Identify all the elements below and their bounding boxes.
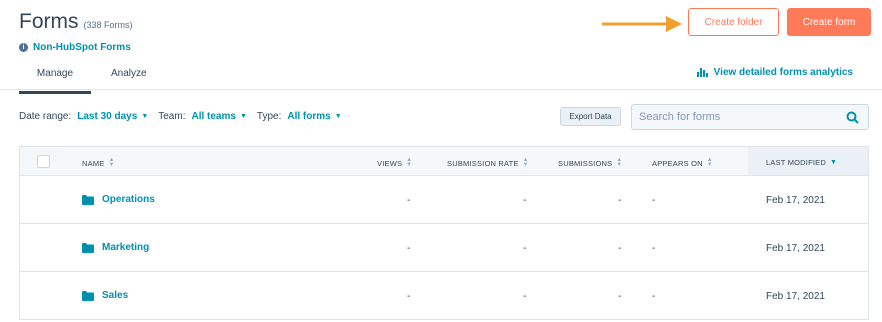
rate-value: - (523, 291, 527, 302)
search-icon[interactable] (846, 111, 859, 124)
tab-bar: Manage Analyze (19, 68, 147, 94)
sort-descending-icon: ▼ (829, 159, 838, 166)
create-folder-button[interactable]: Create folder (688, 8, 779, 36)
appears-value: - (652, 195, 656, 206)
view-analytics-link[interactable]: View detailed forms analytics (696, 67, 853, 78)
create-form-button[interactable]: Create form (787, 8, 871, 36)
sort-icon: ▲ ▼ (522, 157, 529, 168)
table-row[interactable]: Marketing - - - - Feb 17, 2021 (19, 224, 869, 272)
table-row[interactable]: Sales - - - - Feb 17, 2021 (19, 272, 869, 320)
tab-analyze[interactable]: Analyze (111, 68, 147, 94)
sort-icon: ▲ ▼ (706, 157, 713, 168)
appears-value: - (652, 243, 656, 254)
folder-icon (82, 290, 94, 301)
column-name[interactable]: NAME ▲ ▼ (82, 157, 115, 168)
rate-value: - (523, 243, 527, 254)
arrow-right-icon (602, 16, 682, 32)
folder-icon (82, 242, 94, 253)
sort-icon: ▲ ▼ (616, 157, 623, 168)
appears-value: - (652, 291, 656, 302)
submissions-value: - (618, 243, 622, 254)
last-modified-value: Feb 17, 2021 (766, 291, 825, 302)
table-row[interactable]: Operations - - - - Feb 17, 2021 (19, 176, 869, 224)
info-icon: i (19, 43, 28, 52)
rate-value: - (523, 195, 527, 206)
folder-link[interactable]: Sales (82, 290, 128, 301)
select-all-checkbox[interactable] (37, 155, 50, 168)
date-range-label: Date range: (19, 111, 72, 122)
views-value: - (407, 243, 411, 254)
column-appears-on[interactable]: APPEARS ON ▲ ▼ (652, 157, 713, 168)
table-header: NAME ▲ ▼ VIEWS ▲ ▼ SUBMISSION RATE ▲ ▼ SUBMISS… (19, 146, 869, 176)
folder-icon (82, 194, 94, 205)
submissions-value: - (618, 195, 622, 206)
folder-link[interactable]: Operations (82, 194, 155, 205)
search-input[interactable]: Search for forms (631, 104, 869, 130)
views-value: - (407, 291, 411, 302)
filter-bar: Date range: Last 30 days ▼ Team: All tea… (19, 111, 352, 122)
bar-chart-icon (696, 68, 708, 77)
date-range-dropdown[interactable]: Last 30 days (77, 111, 137, 122)
page-title: Forms (19, 10, 79, 33)
type-label: Type: (256, 111, 282, 122)
submissions-value: - (618, 291, 622, 302)
tabs-divider (0, 89, 882, 90)
views-value: - (407, 195, 411, 206)
last-modified-value: Feb 17, 2021 (766, 195, 825, 206)
folder-link[interactable]: Marketing (82, 242, 149, 253)
team-dropdown[interactable]: All teams (191, 111, 235, 122)
page-header: Forms (338 Forms) (19, 10, 133, 34)
forms-table: NAME ▲ ▼ VIEWS ▲ ▼ SUBMISSION RATE ▲ ▼ SUBMISS… (19, 146, 869, 320)
column-submissions[interactable]: SUBMISSIONS ▲ ▼ (558, 157, 623, 168)
non-hubspot-forms-link[interactable]: i Non-HubSpot Forms (19, 42, 131, 53)
chevron-down-icon: ▼ (239, 113, 247, 120)
sort-icon: ▲ ▼ (406, 157, 413, 168)
search-placeholder: Search for forms (639, 111, 721, 123)
last-modified-value: Feb 17, 2021 (766, 243, 825, 254)
type-dropdown[interactable]: All forms (287, 111, 330, 122)
chevron-down-icon: ▼ (334, 113, 342, 120)
sort-icon: ▲ ▼ (108, 157, 115, 168)
forms-count: (338 Forms) (83, 20, 133, 30)
column-submission-rate[interactable]: SUBMISSION RATE ▲ ▼ (447, 157, 529, 168)
non-hubspot-forms-label: Non-HubSpot Forms (33, 42, 131, 53)
team-label: Team: (158, 111, 186, 122)
chevron-down-icon: ▼ (141, 113, 149, 120)
export-data-button[interactable]: Export Data (560, 107, 621, 126)
view-analytics-label: View detailed forms analytics (713, 67, 853, 78)
tab-manage[interactable]: Manage (19, 68, 91, 94)
column-views[interactable]: VIEWS ▲ ▼ (377, 157, 413, 168)
column-last-modified[interactable]: LAST MODIFIED ▼ (766, 158, 837, 167)
